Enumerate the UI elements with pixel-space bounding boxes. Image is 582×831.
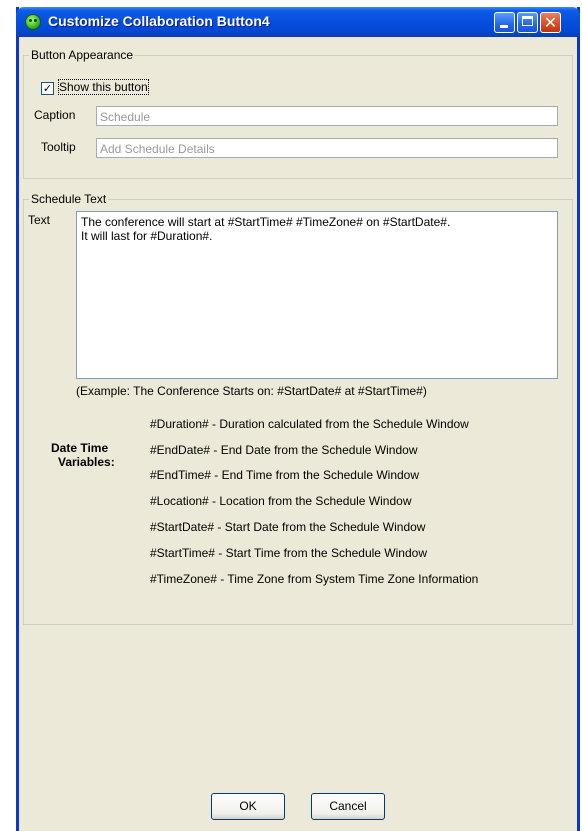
text-label: Text xyxy=(28,213,51,227)
variable-time-zone: #TimeZone# - Time Zone from System Time … xyxy=(150,572,479,586)
variable-start-date: #StartDate# - Start Date from the Schedu… xyxy=(150,520,426,534)
cancel-button[interactable]: Cancel xyxy=(311,793,385,820)
dialog-window: Customize Collaboration Button4 ✕ Button… xyxy=(16,7,580,831)
app-icon xyxy=(25,14,41,30)
variable-end-date: #EndDate# - End Date from the Schedule W… xyxy=(150,443,418,457)
variable-location: #Location# - Location from the Schedule … xyxy=(150,494,412,508)
tooltip-input[interactable]: Add Schedule Details xyxy=(96,138,558,158)
close-icon: ✕ xyxy=(543,13,558,32)
caption-label: Caption xyxy=(34,108,76,122)
button-appearance-legend: Button Appearance xyxy=(29,48,136,62)
close-button[interactable]: ✕ xyxy=(540,12,561,33)
variable-start-time: #StartTime# - Start Time from the Schedu… xyxy=(150,546,427,560)
schedule-text-legend: Schedule Text xyxy=(29,192,109,206)
ok-button[interactable]: OK xyxy=(211,793,285,820)
example-text: (Example: The Conference Starts on: #Sta… xyxy=(76,384,427,398)
title-bar[interactable]: Customize Collaboration Button4 ✕ xyxy=(16,7,580,37)
maximize-button[interactable] xyxy=(517,12,538,33)
tooltip-label: Tooltip xyxy=(41,140,76,154)
caption-input[interactable]: Schedule xyxy=(96,106,558,126)
maximize-icon xyxy=(522,16,533,26)
variable-duration: #Duration# - Duration calculated from th… xyxy=(150,417,469,431)
variables-heading-line1: Date Time xyxy=(51,441,109,455)
show-button-label[interactable]: Show this button xyxy=(58,79,149,95)
variable-end-time: #EndTime# - End Time from the Schedule W… xyxy=(150,468,420,482)
minimize-button[interactable] xyxy=(494,12,515,33)
schedule-text-area[interactable]: The conference will start at #StartTime#… xyxy=(76,211,558,379)
minimize-icon xyxy=(500,25,508,28)
show-button-checkbox[interactable]: ✓ xyxy=(41,82,54,95)
variables-heading-line2: Variables: xyxy=(58,455,115,469)
window-title: Customize Collaboration Button4 xyxy=(48,13,270,29)
